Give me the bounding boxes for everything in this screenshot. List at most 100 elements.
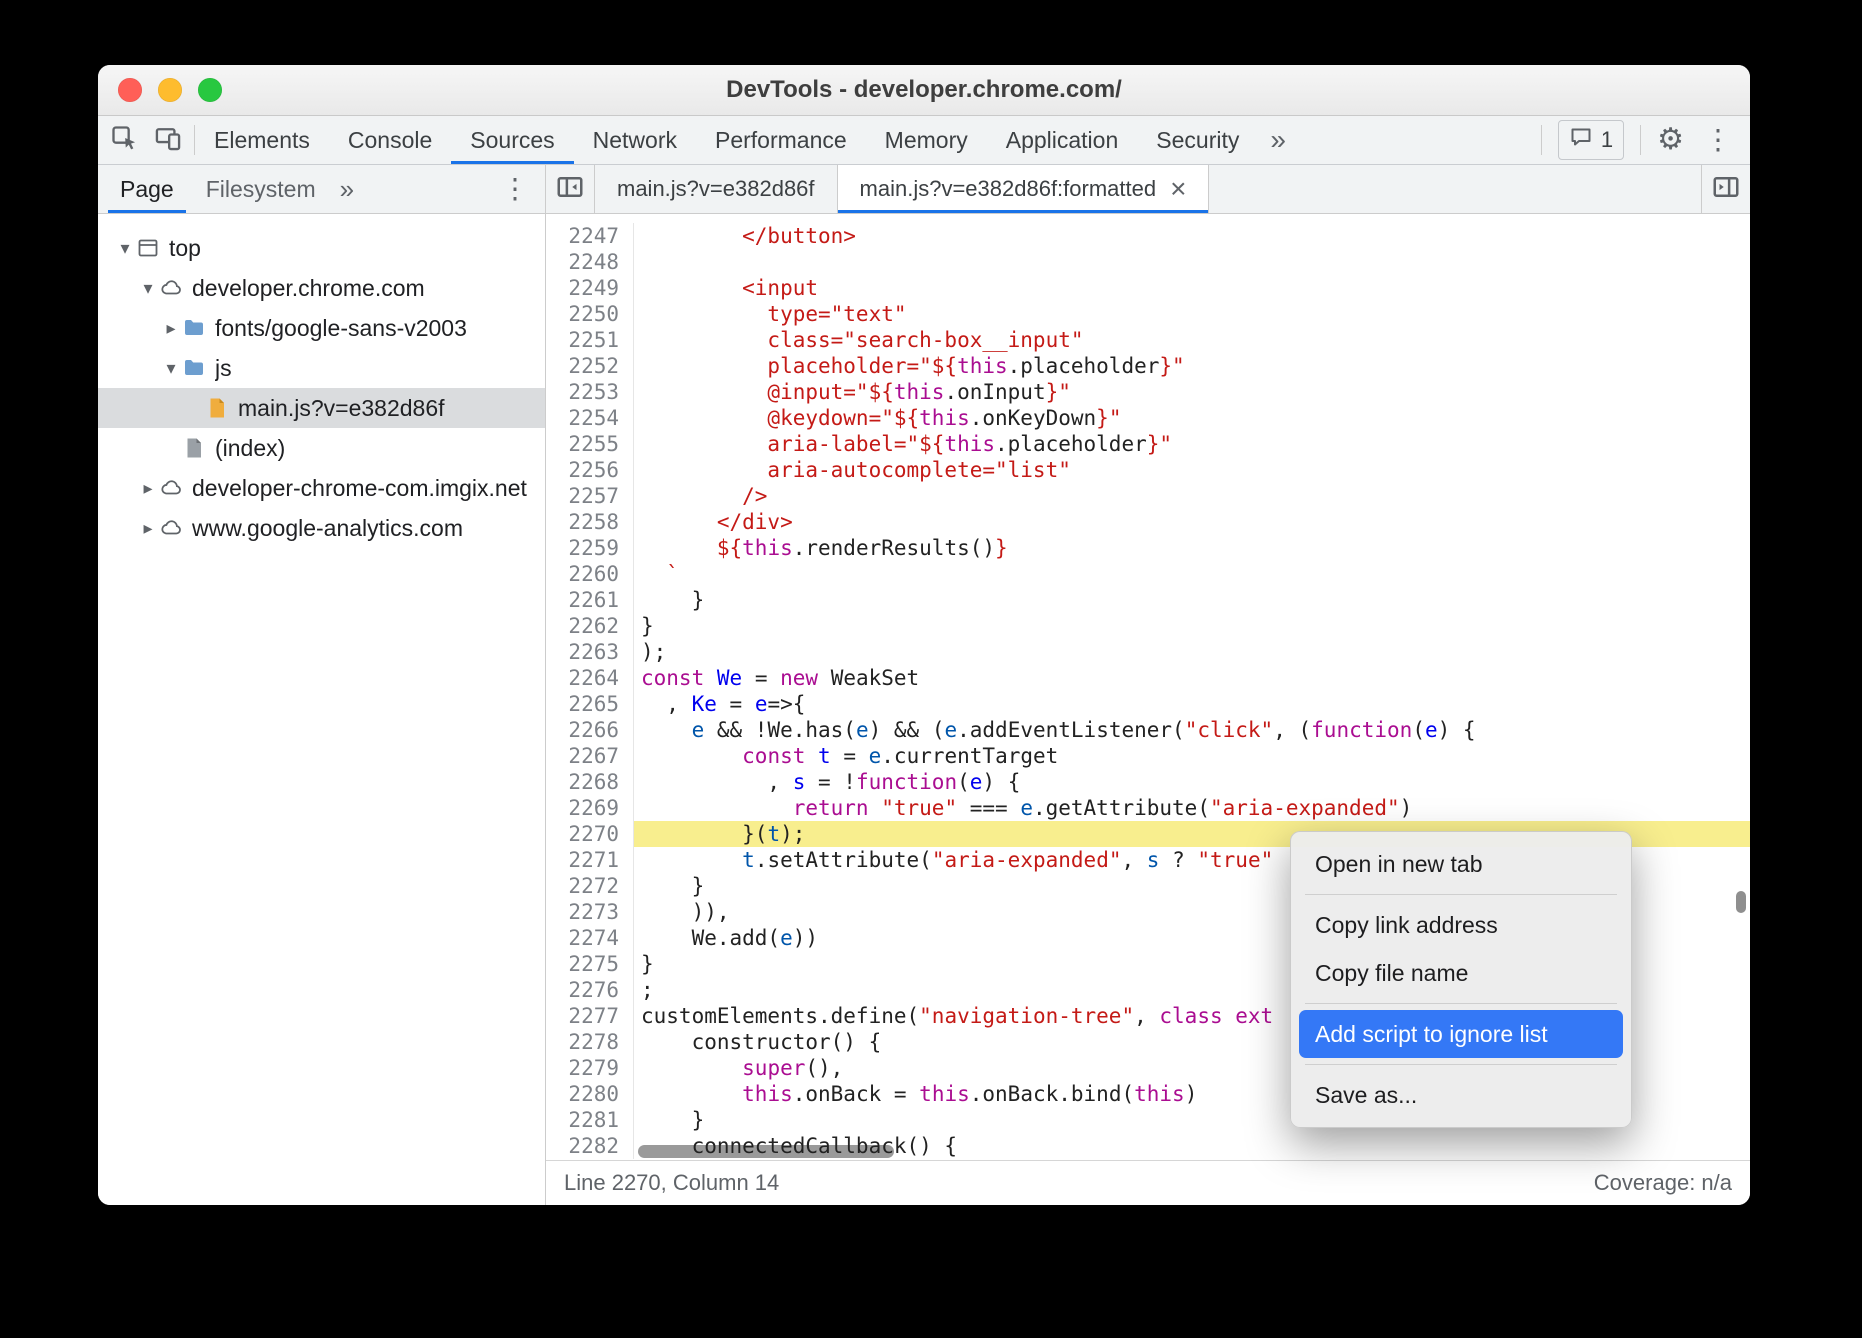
tree-item-index[interactable]: (index): [98, 428, 545, 468]
editor-tab-main-js-v-e382d86f-formatted[interactable]: main.js?v=e382d86f:formatted×: [838, 165, 1210, 213]
chevron-down-icon[interactable]: ▾: [137, 278, 159, 299]
code-line[interactable]: 2247 </button>: [546, 223, 1750, 249]
code-line[interactable]: 2266 e && !We.has(e) && (e.addEventListe…: [546, 717, 1750, 743]
code-line[interactable]: 2262}: [546, 613, 1750, 639]
sidebar-more-tabs-icon[interactable]: »: [332, 165, 362, 213]
chevron-right-icon[interactable]: ▸: [137, 478, 159, 499]
line-number[interactable]: 2250: [546, 301, 634, 327]
tree-item-main-js-v-e382d86f[interactable]: main.js?v=e382d86f: [98, 388, 545, 428]
code-line[interactable]: 2253 @input="${this.onInput}": [546, 379, 1750, 405]
close-tab-icon[interactable]: ×: [1170, 175, 1186, 203]
tree-item-js[interactable]: ▾js: [98, 348, 545, 388]
more-tabs-icon[interactable]: »: [1258, 116, 1298, 164]
menu-item-open-in-new-tab[interactable]: Open in new tab: [1299, 840, 1623, 888]
line-number[interactable]: 2251: [546, 327, 634, 353]
line-number[interactable]: 2267: [546, 743, 634, 769]
code-line[interactable]: 2252 placeholder="${this.placeholder}": [546, 353, 1750, 379]
tree-item-fonts-google-sans-v2003[interactable]: ▸fonts/google-sans-v2003: [98, 308, 545, 348]
code-line[interactable]: 2264const We = new WeakSet: [546, 665, 1750, 691]
code-line[interactable]: 2254 @keydown="${this.onKeyDown}": [546, 405, 1750, 431]
more-options-icon[interactable]: ⋮: [1700, 126, 1736, 154]
tree-item-developer-chrome-com[interactable]: ▾developer.chrome.com: [98, 268, 545, 308]
line-number[interactable]: 2258: [546, 509, 634, 535]
minimize-window-button[interactable]: [158, 78, 182, 102]
titlebar[interactable]: DevTools - developer.chrome.com/: [98, 65, 1750, 116]
tab-elements[interactable]: Elements: [195, 116, 329, 164]
line-number[interactable]: 2275: [546, 951, 634, 977]
inspect-element-icon[interactable]: [110, 124, 138, 157]
line-number[interactable]: 2262: [546, 613, 634, 639]
tree-item-www-google-analytics-com[interactable]: ▸www.google-analytics.com: [98, 508, 545, 548]
line-number[interactable]: 2272: [546, 873, 634, 899]
code-line[interactable]: 2248: [546, 249, 1750, 275]
gear-icon[interactable]: ⚙: [1657, 125, 1684, 155]
tab-network[interactable]: Network: [574, 116, 696, 164]
line-number[interactable]: 2277: [546, 1003, 634, 1029]
line-number[interactable]: 2271: [546, 847, 634, 873]
toggle-navigator-button[interactable]: [546, 165, 595, 213]
chevron-right-icon[interactable]: ▸: [160, 318, 182, 339]
line-number[interactable]: 2269: [546, 795, 634, 821]
line-number[interactable]: 2260: [546, 561, 634, 587]
device-toolbar-icon[interactable]: [154, 124, 182, 157]
editor-tab-main-js-v-e382d86f[interactable]: main.js?v=e382d86f: [595, 165, 838, 213]
line-number[interactable]: 2270: [546, 821, 634, 847]
line-number[interactable]: 2282: [546, 1133, 634, 1159]
menu-item-save-as[interactable]: Save as...: [1299, 1071, 1623, 1119]
code-line[interactable]: 2282 connectedCallback() {: [546, 1133, 1750, 1159]
line-number[interactable]: 2266: [546, 717, 634, 743]
chevron-down-icon[interactable]: ▾: [160, 358, 182, 379]
line-number[interactable]: 2247: [546, 223, 634, 249]
line-number[interactable]: 2274: [546, 925, 634, 951]
line-number[interactable]: 2280: [546, 1081, 634, 1107]
code-line[interactable]: 2255 aria-label="${this.placeholder}": [546, 431, 1750, 457]
code-line[interactable]: 2267 const t = e.currentTarget: [546, 743, 1750, 769]
line-number[interactable]: 2264: [546, 665, 634, 691]
code-line[interactable]: 2263);: [546, 639, 1750, 665]
line-number[interactable]: 2263: [546, 639, 634, 665]
line-number[interactable]: 2255: [546, 431, 634, 457]
line-number[interactable]: 2279: [546, 1055, 634, 1081]
menu-item-copy-link-address[interactable]: Copy link address: [1299, 901, 1623, 949]
line-number[interactable]: 2273: [546, 899, 634, 925]
menu-item-add-script-to-ignore-list[interactable]: Add script to ignore list: [1299, 1010, 1623, 1058]
line-number[interactable]: 2252: [546, 353, 634, 379]
line-number[interactable]: 2256: [546, 457, 634, 483]
line-number[interactable]: 2268: [546, 769, 634, 795]
tab-performance[interactable]: Performance: [696, 116, 866, 164]
code-line[interactable]: 2251 class="search-box__input": [546, 327, 1750, 353]
code-line[interactable]: 2269 return "true" === e.getAttribute("a…: [546, 795, 1750, 821]
chevron-down-icon[interactable]: ▾: [114, 238, 136, 259]
code-line[interactable]: 2268 , s = !function(e) {: [546, 769, 1750, 795]
chevron-right-icon[interactable]: ▸: [137, 518, 159, 539]
line-number[interactable]: 2276: [546, 977, 634, 1003]
tree-item-top[interactable]: ▾top: [98, 228, 545, 268]
tab-console[interactable]: Console: [329, 116, 451, 164]
tab-application[interactable]: Application: [987, 116, 1138, 164]
sidebar-more-options-icon[interactable]: ⋮: [497, 175, 533, 203]
code-line[interactable]: 2257 />: [546, 483, 1750, 509]
code-line[interactable]: 2260 `: [546, 561, 1750, 587]
toggle-debugger-button[interactable]: [1701, 165, 1750, 213]
code-line[interactable]: 2265 , Ke = e=>{: [546, 691, 1750, 717]
code-line[interactable]: 2256 aria-autocomplete="list": [546, 457, 1750, 483]
console-messages-button[interactable]: 1: [1558, 120, 1624, 160]
line-number[interactable]: 2253: [546, 379, 634, 405]
code-line[interactable]: 2258 </div>: [546, 509, 1750, 535]
tab-sources[interactable]: Sources: [451, 116, 573, 164]
menu-item-copy-file-name[interactable]: Copy file name: [1299, 949, 1623, 997]
line-number[interactable]: 2281: [546, 1107, 634, 1133]
sidebar-tab-filesystem[interactable]: Filesystem: [190, 165, 332, 213]
code-line[interactable]: 2250 type="text": [546, 301, 1750, 327]
line-number[interactable]: 2254: [546, 405, 634, 431]
tab-security[interactable]: Security: [1137, 116, 1258, 164]
tree-item-developer-chrome-com-imgix-net[interactable]: ▸developer-chrome-com.imgix.net: [98, 468, 545, 508]
line-number[interactable]: 2259: [546, 535, 634, 561]
code-line[interactable]: 2249 <input: [546, 275, 1750, 301]
sidebar-tab-page[interactable]: Page: [104, 165, 190, 213]
close-window-button[interactable]: [118, 78, 142, 102]
code-line[interactable]: 2259 ${this.renderResults()}: [546, 535, 1750, 561]
code-line[interactable]: 2261 }: [546, 587, 1750, 613]
line-number[interactable]: 2257: [546, 483, 634, 509]
zoom-window-button[interactable]: [198, 78, 222, 102]
